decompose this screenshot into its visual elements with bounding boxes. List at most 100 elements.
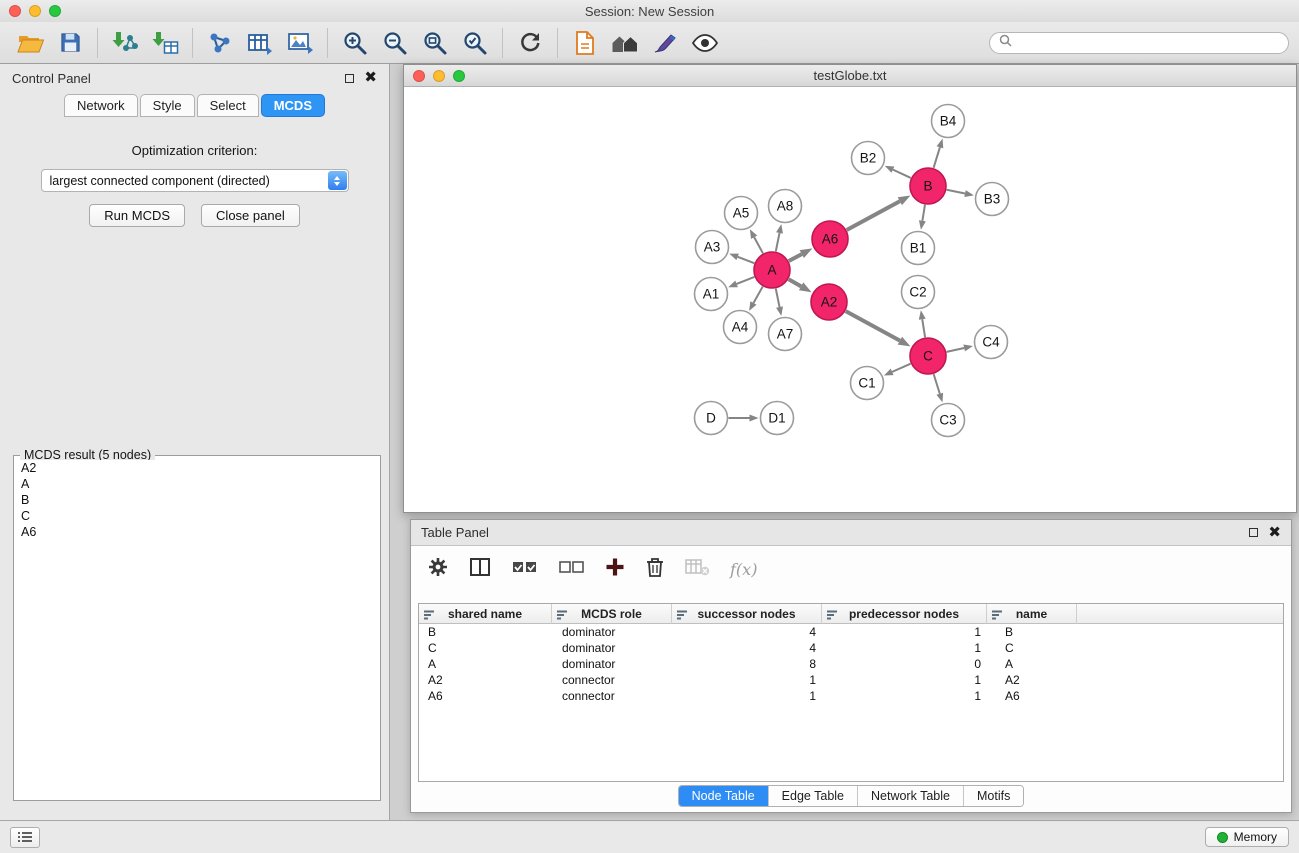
open-session-icon[interactable] (10, 26, 50, 60)
zoom-out-icon[interactable] (375, 26, 415, 60)
search-input[interactable] (1018, 34, 1279, 52)
home-icon[interactable] (605, 26, 645, 60)
graph-node-C4[interactable]: C4 (975, 326, 1008, 359)
import-table-from-file-icon[interactable] (145, 26, 185, 60)
column-header-predecessor-nodes[interactable]: predecessor nodes (822, 604, 987, 624)
column-header-name[interactable]: name (987, 604, 1077, 624)
table-row[interactable]: A2connector11A2 (419, 672, 1283, 688)
graph-node-B2[interactable]: B2 (852, 142, 885, 175)
tab-edge-table[interactable]: Edge Table (769, 786, 858, 806)
column-header-shared-name[interactable]: shared name (419, 604, 552, 624)
zoom-in-icon[interactable] (335, 26, 375, 60)
graph-edge[interactable] (847, 196, 911, 230)
graph-edge[interactable] (750, 229, 763, 253)
zoom-selected-icon[interactable] (455, 26, 495, 60)
table-row[interactable]: Bdominator41B (419, 624, 1283, 640)
graph-node-A7[interactable]: A7 (769, 318, 802, 351)
new-table-icon[interactable] (240, 26, 280, 60)
graph-edge[interactable] (789, 248, 813, 261)
add-row-plus-icon[interactable] (605, 557, 625, 582)
zoom-window-button[interactable] (49, 5, 61, 17)
graph-node-D[interactable]: D (695, 402, 728, 435)
graph-edge[interactable] (776, 224, 783, 251)
mcds-result-item[interactable]: A6 (16, 524, 378, 540)
graph-node-A5[interactable]: A5 (725, 197, 758, 230)
tab-style[interactable]: Style (140, 94, 195, 117)
graph-edge[interactable] (749, 287, 763, 311)
tab-motifs[interactable]: Motifs (964, 786, 1023, 806)
column-header-successor-nodes[interactable]: successor nodes (672, 604, 822, 624)
refresh-icon[interactable] (510, 26, 550, 60)
graph-edge[interactable] (729, 254, 754, 264)
column-selector-icon[interactable] (469, 557, 491, 582)
new-network-icon[interactable] (200, 26, 240, 60)
graph-edge[interactable] (919, 205, 926, 230)
table-row[interactable]: Cdominator41C (419, 640, 1283, 656)
graph-node-A4[interactable]: A4 (724, 311, 757, 344)
optimization-criterion-dropdown[interactable]: largest connected component (directed) (41, 169, 349, 192)
graph-edge[interactable] (789, 279, 812, 292)
run-mcds-button[interactable]: Run MCDS (89, 204, 185, 227)
graph-node-B1[interactable]: B1 (902, 232, 935, 265)
minimize-window-button[interactable] (29, 5, 41, 17)
delete-table-icon[interactable] (685, 557, 710, 582)
settings-gear-icon[interactable] (427, 556, 449, 583)
graph-edge[interactable] (884, 364, 911, 376)
delete-row-trash-icon[interactable] (645, 556, 665, 583)
unselect-all-icon[interactable] (558, 557, 585, 582)
mcds-result-item[interactable]: B (16, 492, 378, 508)
tab-network[interactable]: Network (64, 94, 138, 117)
graph-node-A1[interactable]: A1 (695, 278, 728, 311)
select-all-icon[interactable] (511, 557, 538, 582)
mcds-result-item[interactable]: A2 (16, 460, 378, 476)
function-builder-icon[interactable]: f(x) (730, 560, 757, 579)
import-network-from-file-icon[interactable] (105, 26, 145, 60)
network-zoom-button[interactable] (453, 70, 465, 82)
table-row[interactable]: A6connector11A6 (419, 688, 1283, 704)
close-table-panel-icon[interactable]: ✖ (1268, 528, 1281, 538)
export-image-icon[interactable] (280, 26, 320, 60)
graph-node-D1[interactable]: D1 (761, 402, 794, 435)
tab-select[interactable]: Select (197, 94, 259, 117)
graph-node-B[interactable]: B (910, 168, 946, 204)
graph-edge[interactable] (728, 277, 754, 287)
graph-edge[interactable] (919, 310, 926, 337)
graph-node-A2[interactable]: A2 (811, 284, 847, 320)
network-close-button[interactable] (413, 70, 425, 82)
graph-node-B4[interactable]: B4 (932, 105, 965, 138)
close-panel-button[interactable]: Close panel (201, 204, 300, 227)
float-table-panel-icon[interactable] (1249, 528, 1258, 537)
graph-node-A6[interactable]: A6 (812, 221, 848, 257)
network-canvas[interactable]: B4B2BB3A5A8A6B1A3AC2A1A2A4A7C4CC1C3DD1 (405, 88, 1295, 511)
mcds-result-list[interactable]: A2ABCA6 (16, 460, 378, 798)
tab-mcds[interactable]: MCDS (261, 94, 325, 117)
tab-network-table[interactable]: Network Table (858, 786, 964, 806)
table-row[interactable]: Adominator80A (419, 656, 1283, 672)
graph-node-C2[interactable]: C2 (902, 276, 935, 309)
graph-node-C1[interactable]: C1 (851, 367, 884, 400)
graph-edge[interactable] (729, 415, 759, 422)
graph-edge[interactable] (934, 374, 943, 402)
graph-edge[interactable] (947, 345, 973, 352)
graph-edge[interactable] (776, 289, 783, 316)
tab-node-table[interactable]: Node Table (679, 786, 769, 806)
mcds-result-item[interactable]: A (16, 476, 378, 492)
graph-edge[interactable] (934, 139, 944, 168)
memory-button[interactable]: Memory (1205, 827, 1289, 847)
graph-edge[interactable] (947, 190, 974, 197)
graph-edge[interactable] (846, 311, 911, 346)
graph-node-C[interactable]: C (910, 338, 946, 374)
task-history-button[interactable] (10, 827, 40, 848)
graph-node-A8[interactable]: A8 (769, 190, 802, 223)
float-panel-icon[interactable] (345, 74, 354, 83)
close-panel-icon[interactable]: ✖ (364, 73, 377, 83)
show-hide-eye-icon[interactable] (685, 26, 725, 60)
zoom-fit-icon[interactable] (415, 26, 455, 60)
close-window-button[interactable] (9, 5, 21, 17)
graph-node-B3[interactable]: B3 (976, 183, 1009, 216)
column-header-mcds-role[interactable]: MCDS role (552, 604, 672, 624)
save-session-icon[interactable] (50, 26, 90, 60)
mcds-result-item[interactable]: C (16, 508, 378, 524)
apply-style-icon[interactable] (645, 26, 685, 60)
graph-edge[interactable] (885, 166, 911, 178)
